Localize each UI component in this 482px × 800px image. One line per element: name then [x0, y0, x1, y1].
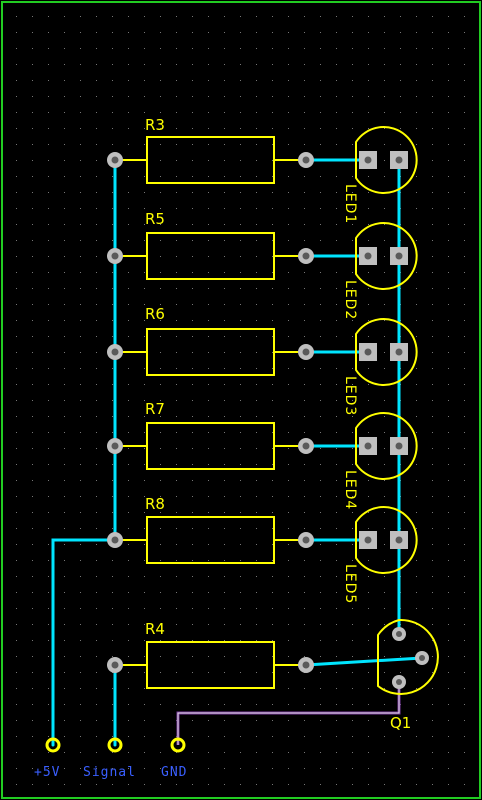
led-label: LED4 [342, 470, 358, 510]
pad-hole [364, 252, 372, 260]
connector-label-signal: Signal [83, 765, 136, 780]
pad-hole [302, 661, 310, 669]
resistor-label: R7 [145, 400, 165, 418]
pad-hole [302, 442, 310, 450]
pad-hole [302, 348, 310, 356]
pad-hole [364, 156, 372, 164]
led-label: LED1 [342, 184, 358, 224]
pad-hole [111, 156, 119, 164]
pcb-board: R3 R5 R6 R7 R8 R4 LED1 LED2 LED3 LED4 LED5 Q1 +5V… [0, 0, 482, 800]
pad-hole [395, 536, 403, 544]
pad-hole [111, 442, 119, 450]
led-label: LED5 [342, 564, 358, 604]
resistor-label: R8 [145, 495, 165, 513]
resistor-label: R3 [145, 116, 165, 134]
pad-hole [111, 536, 119, 544]
resistor-label: R4 [145, 620, 165, 638]
q1-label: Q1 [390, 714, 411, 732]
pad-hole [364, 536, 372, 544]
q1-hole-base [419, 655, 425, 661]
connector-label-gnd: GND [161, 765, 187, 780]
pad-hole [364, 348, 372, 356]
q1-hole-emitter [396, 679, 402, 685]
led-label: LED3 [342, 376, 358, 416]
pad-hole [302, 536, 310, 544]
pad-hole [111, 348, 119, 356]
led-label: LED2 [342, 280, 358, 320]
pad-hole [395, 252, 403, 260]
resistor-label: R6 [145, 305, 165, 323]
pad-hole [111, 252, 119, 260]
pad-hole [364, 442, 372, 450]
pad-hole [302, 156, 310, 164]
pad-hole [395, 442, 403, 450]
pad-hole [111, 661, 119, 669]
q1-hole-collector [396, 631, 402, 637]
pad-hole [395, 156, 403, 164]
pad-hole [302, 252, 310, 260]
connector-label-5v: +5V [34, 765, 60, 780]
pad-hole [395, 348, 403, 356]
resistor-label: R5 [145, 210, 165, 228]
